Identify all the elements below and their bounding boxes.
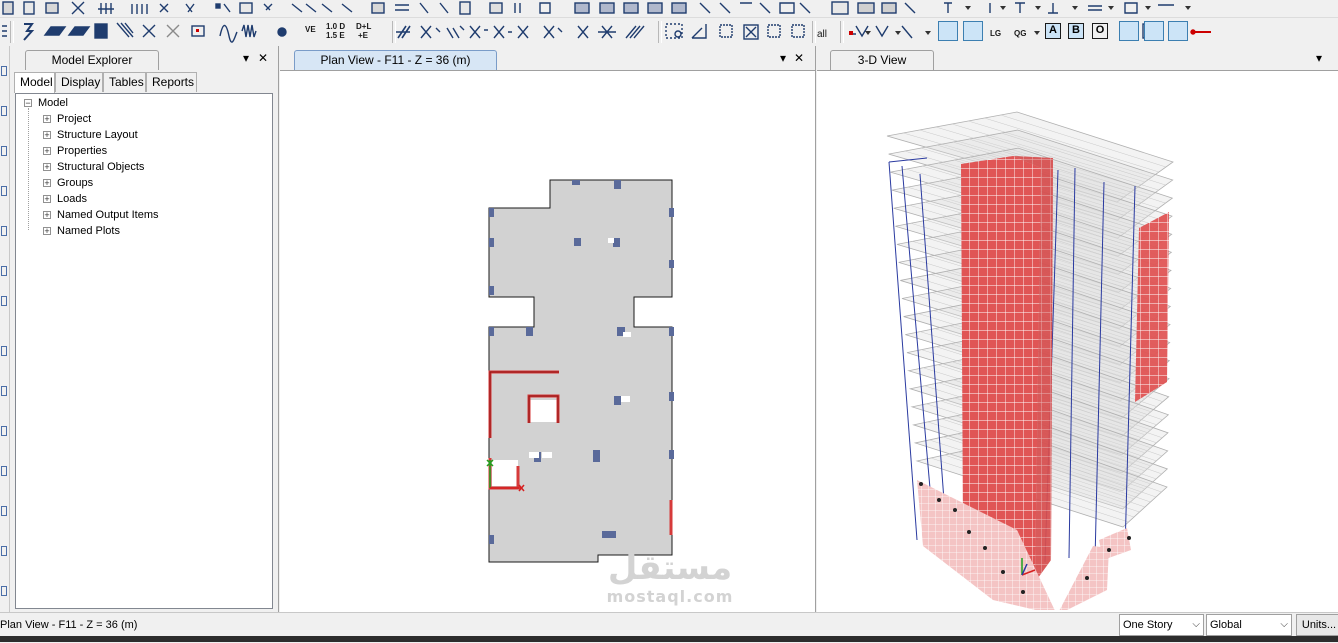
story-select-value: One Story — [1123, 619, 1173, 631]
left-tool-icon[interactable] — [1, 386, 7, 396]
3d-model-canvas[interactable] — [817, 70, 1338, 610]
left-tool-icon[interactable] — [1, 266, 7, 276]
taskbar-strip — [0, 636, 1338, 642]
3d-view-header: 3-D View ▾ — [817, 46, 1338, 71]
toolbar-row-1-icons[interactable] — [0, 0, 1338, 17]
expand-icon[interactable]: + — [43, 115, 51, 124]
3d-view-panel: 3-D View ▾ — [817, 46, 1338, 612]
watermark-arabic: مستقل — [607, 548, 733, 588]
3d-view-tab[interactable]: 3-D View — [830, 50, 934, 70]
expand-icon[interactable]: + — [43, 131, 51, 140]
tb-toggle-axes[interactable] — [1168, 21, 1188, 41]
panel-dropdown-icon[interactable]: ▾ — [1313, 52, 1325, 64]
left-tool-icon[interactable] — [1, 296, 7, 306]
view-toggle-a[interactable]: A — [1045, 23, 1061, 39]
chevron-down-icon: ⌵ — [1280, 619, 1288, 630]
left-toolbar-strip — [0, 46, 10, 612]
right-shell-wall — [1135, 212, 1169, 402]
view-toggle-o[interactable]: O — [1092, 23, 1108, 39]
tb-toggle-sections[interactable] — [1144, 21, 1164, 41]
plan-view-canvas[interactable] — [280, 70, 815, 610]
expand-icon[interactable]: + — [43, 227, 51, 236]
all-label[interactable]: all — [817, 30, 827, 40]
plan-view-tab[interactable]: Plan View - F11 - Z = 36 (m) — [294, 50, 497, 70]
left-tool-icon[interactable] — [1, 66, 7, 76]
load-label-ve[interactable]: VE — [305, 26, 316, 34]
left-tool-icon[interactable] — [1, 146, 7, 156]
left-tool-icon[interactable] — [1, 506, 7, 516]
coordinate-system-value: Global — [1210, 619, 1242, 631]
lg-label[interactable]: LG — [990, 30, 1001, 38]
plan-view-panel: Plan View - F11 - Z = 36 (m) ▾ ✕ — [280, 46, 816, 612]
plan-view-header: Plan View - F11 - Z = 36 (m) ▾ ✕ — [280, 46, 815, 71]
left-tool-icon[interactable] — [1, 586, 7, 596]
left-tool-icon[interactable] — [1, 226, 7, 236]
expand-icon[interactable]: + — [43, 179, 51, 188]
units-button[interactable]: Units... — [1296, 614, 1338, 636]
tb-toggle-shells[interactable] — [963, 21, 983, 41]
model-tree: − Model + Project + Structure Layout + P… — [15, 93, 273, 609]
load-label-d-l[interactable]: D+L — [356, 23, 371, 31]
tab-reports[interactable]: Reports — [146, 72, 197, 92]
left-tool-icon[interactable] — [1, 426, 7, 436]
watermark-latin: mostaql.com — [606, 587, 734, 606]
tb-toggle-frames[interactable] — [938, 21, 958, 41]
left-tool-icon[interactable] — [1, 346, 7, 356]
expand-icon[interactable]: + — [43, 211, 51, 220]
tab-tables[interactable]: Tables — [103, 72, 146, 92]
left-tool-icon[interactable] — [1, 186, 7, 196]
toolbar-row-2: VE 1.0 D 1.5 E D+L +E all LG QG A B O — [0, 18, 1338, 46]
expand-icon[interactable]: + — [43, 195, 51, 204]
panel-dropdown-icon[interactable]: ▾ — [240, 52, 252, 64]
tab-display[interactable]: Display — [55, 72, 103, 92]
model-explorer-title-tab[interactable]: Model Explorer — [25, 50, 159, 70]
panel-dropdown-icon[interactable]: ▾ — [777, 52, 789, 64]
chevron-down-icon: ⌵ — [1192, 619, 1200, 630]
view-toggle-b[interactable]: B — [1068, 23, 1084, 39]
collapse-icon[interactable]: − — [24, 99, 32, 108]
close-icon[interactable]: ✕ — [793, 52, 805, 64]
watermark: مستقل mostaql.com — [590, 548, 750, 606]
status-text: Plan View - F11 - Z = 36 (m) — [0, 619, 138, 631]
expand-icon[interactable]: + — [43, 147, 51, 156]
toolbar-row-1 — [0, 0, 1338, 18]
model-explorer-panel: Model Explorer ▾ ✕ Model Display Tables … — [10, 46, 279, 612]
left-tool-icon[interactable] — [1, 106, 7, 116]
tab-model[interactable]: Model — [14, 72, 55, 93]
close-icon[interactable]: ✕ — [257, 52, 269, 64]
left-tool-icon[interactable] — [1, 546, 7, 556]
load-label-1-5e[interactable]: 1.5 E — [326, 32, 345, 40]
left-tool-icon[interactable] — [1, 466, 7, 476]
model-explorer-header: Model Explorer ▾ ✕ — [10, 46, 278, 70]
load-label-1-0d[interactable]: 1.0 D — [326, 23, 345, 31]
story-select[interactable]: One Story ⌵ — [1119, 614, 1204, 636]
load-label-e[interactable]: +E — [358, 32, 368, 40]
tb-toggle-graph[interactable] — [1119, 21, 1139, 41]
qg-label[interactable]: QG — [1014, 30, 1026, 38]
coordinate-system-select[interactable]: Global ⌵ — [1206, 614, 1292, 636]
expand-icon[interactable]: + — [43, 163, 51, 172]
